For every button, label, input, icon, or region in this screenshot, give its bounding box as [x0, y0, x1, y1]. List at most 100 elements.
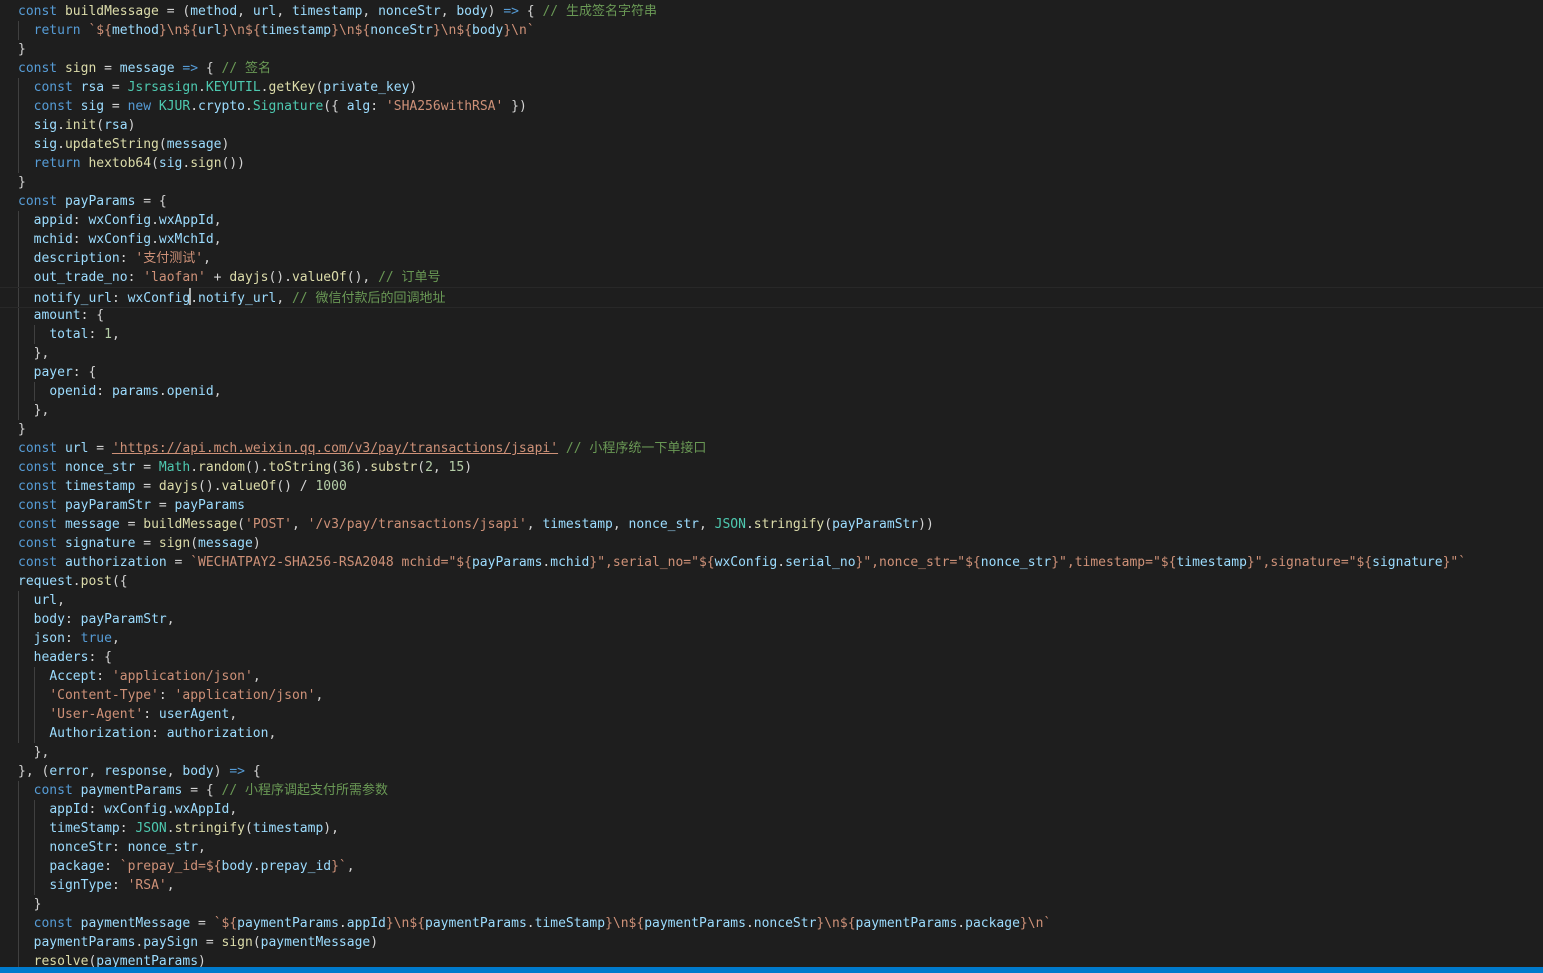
code-line[interactable]: const paymentMessage = `${paymentParams.… [18, 914, 1543, 933]
code-line[interactable]: resolve(paymentParams) [18, 952, 1543, 967]
code-token: post [80, 574, 112, 589]
code-token: , [166, 764, 183, 779]
code-line[interactable]: 'Content-Type': 'application/json', [18, 686, 1543, 705]
code-token: Authorization [49, 726, 152, 741]
code-line[interactable]: }, [18, 743, 1543, 762]
code-line[interactable]: }, [18, 401, 1543, 420]
code-token: dayjs [229, 270, 269, 285]
code-line[interactable]: description: '支付测试', [18, 249, 1543, 268]
code-line[interactable]: } [18, 40, 1543, 59]
code-line[interactable]: }, (error, response, body) => { [18, 762, 1543, 781]
code-token: wxMchId [158, 232, 214, 247]
code-token: . [72, 574, 81, 589]
code-line[interactable]: const payParams = { [18, 192, 1543, 211]
code-line[interactable]: nonceStr: nonce_str, [18, 838, 1543, 857]
code-token: , [198, 840, 206, 855]
code-line[interactable]: const timestamp = dayjs().valueOf() / 10… [18, 477, 1543, 496]
code-token: . [151, 232, 159, 247]
code-line[interactable]: notify_url: wxConfig.notify_url, // 微信付款… [0, 287, 1543, 308]
code-line[interactable]: const url = 'https://api.mch.weixin.qq.c… [18, 439, 1543, 458]
code-line[interactable]: appid: wxConfig.wxAppId, [18, 211, 1543, 230]
code-line[interactable]: const nonce_str = Math.random().toString… [18, 458, 1543, 477]
code-token: openid [166, 384, 214, 399]
code-line[interactable]: const sig = new KJUR.crypto.Signature({ … [18, 97, 1543, 116]
code-line[interactable]: out_trade_no: 'laofan' + dayjs().valueOf… [18, 268, 1543, 287]
code-token: }",nonce_str="${ [855, 555, 981, 570]
code-token: url [33, 593, 58, 608]
code-line[interactable]: timeStamp: JSON.stringify(timestamp), [18, 819, 1543, 838]
code-token: : [72, 232, 89, 247]
code-line[interactable]: openid: params.openid, [18, 382, 1543, 401]
code-token: 'https://api.mch.weixin.qq.com/v3/pay/tr… [111, 441, 559, 456]
code-line[interactable]: Authorization: authorization, [18, 724, 1543, 743]
code-token: response [104, 764, 167, 779]
code-line[interactable]: body: payParamStr, [18, 610, 1543, 629]
code-line[interactable]: const paymentParams = { // 小程序调起支付所需参数 [18, 781, 1543, 800]
code-token: body [221, 859, 253, 874]
code-line[interactable]: package: `prepay_id=${body.prepay_id}`, [18, 857, 1543, 876]
code-token: 'POST' [245, 517, 292, 532]
code-line[interactable]: mchid: wxConfig.wxMchId, [18, 230, 1543, 249]
code-line[interactable]: return hextob64(sig.sign()) [18, 154, 1543, 173]
code-token: : [111, 878, 128, 893]
code-token: wxConfig [714, 555, 778, 570]
code-line[interactable]: Accept: 'application/json', [18, 667, 1543, 686]
code-token: paySign [143, 935, 199, 950]
code-line[interactable]: total: 1, [18, 325, 1543, 344]
code-token: // 小程序调起支付所需参数 [221, 783, 388, 798]
code-token: wxAppId [174, 802, 230, 817]
code-line[interactable]: request.post({ [18, 572, 1543, 591]
code-line[interactable]: } [18, 895, 1543, 914]
code-line[interactable]: } [18, 173, 1543, 192]
code-token: getKey [268, 80, 316, 95]
code-line[interactable]: 'User-Agent': userAgent, [18, 705, 1543, 724]
code-token: . [57, 137, 65, 152]
code-token: Accept [49, 669, 97, 684]
code-token: nonceStr [370, 23, 433, 38]
code-token: mchid [550, 555, 590, 570]
code-token: timestamp [291, 4, 363, 19]
code-token: ) [198, 954, 206, 967]
code-line[interactable]: sig.updateString(message) [18, 135, 1543, 154]
code-line[interactable]: } [18, 420, 1543, 439]
code-token: , [237, 4, 253, 19]
code-line[interactable]: const rsa = Jsrsasign.KEYUTIL.getKey(pri… [18, 78, 1543, 97]
code-token: . [245, 99, 253, 114]
code-line[interactable]: const message = buildMessage('POST', '/v… [18, 515, 1543, 534]
code-line[interactable]: return `${method}\n${url}\n${timestamp}\… [18, 21, 1543, 40]
code-token: body [456, 4, 488, 19]
code-line[interactable]: signType: 'RSA', [18, 876, 1543, 895]
code-token: ) [252, 536, 261, 551]
code-token: nonceStr [49, 840, 112, 855]
code-line[interactable]: const payParamStr = payParams [18, 496, 1543, 515]
code-line[interactable]: amount: { [18, 306, 1543, 325]
code-token: = [96, 61, 120, 76]
code-token: paymentParams [237, 916, 339, 931]
code-line[interactable]: const authorization = `WECHATPAY2-SHA256… [18, 553, 1543, 572]
code-line[interactable]: const signature = sign(message) [18, 534, 1543, 553]
code-line[interactable]: url, [18, 591, 1543, 610]
code-token: // 生成签名字符串 [542, 4, 657, 19]
code-editor[interactable]: const buildMessage = (method, url, times… [0, 0, 1543, 967]
code-token: amount [33, 308, 81, 323]
code-token: = [198, 935, 222, 950]
code-line[interactable]: const buildMessage = (method, url, times… [18, 2, 1543, 21]
code-line[interactable]: sig.init(rsa) [18, 116, 1543, 135]
code-token: KEYUTIL [205, 80, 261, 95]
code-line[interactable]: paymentParams.paySign = sign(paymentMess… [18, 933, 1543, 952]
code-token: 1 [104, 327, 112, 342]
code-token: nonce_str [127, 840, 199, 855]
code-line[interactable]: json: true, [18, 629, 1543, 648]
code-line[interactable]: }, [18, 344, 1543, 363]
code-token: , [213, 232, 222, 247]
code-token: sig [158, 156, 183, 171]
code-line[interactable]: const sign = message => { // 签名 [18, 59, 1543, 78]
code-line[interactable]: payer: { [18, 363, 1543, 382]
code-token: url [198, 23, 222, 38]
code-line[interactable]: appId: wxConfig.wxAppId, [18, 800, 1543, 819]
code-line[interactable]: headers: { [18, 648, 1543, 667]
code-token: : [88, 802, 105, 817]
code-token: nonce_str [980, 555, 1052, 570]
